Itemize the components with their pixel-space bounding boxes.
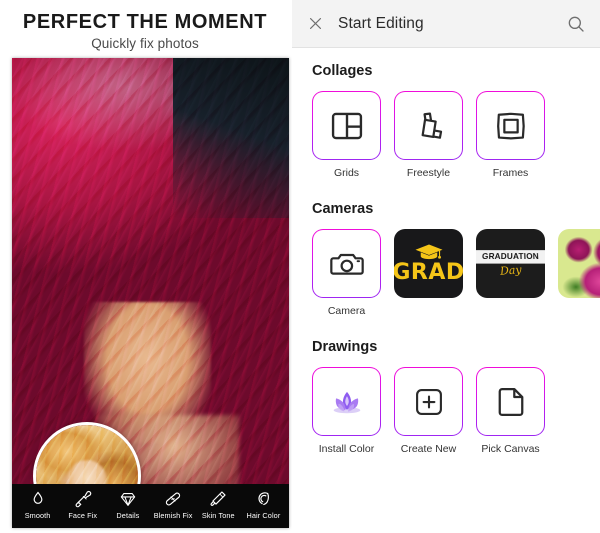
search-button[interactable]: [566, 0, 586, 47]
item-freestyle[interactable]: Freestyle: [394, 91, 463, 179]
brush-icon: [75, 490, 92, 508]
close-button[interactable]: [292, 0, 338, 47]
section-collages: Collages Grids Freestyle Frames: [292, 63, 600, 179]
plus-square-icon: [415, 388, 442, 415]
graduation-day-thumbnail[interactable]: GRADUATION Day: [476, 229, 545, 298]
stacked-cards-icon: [421, 112, 442, 139]
tool-details[interactable]: Details: [105, 489, 150, 520]
item-grad-template[interactable]: GRAD: [394, 229, 463, 317]
editing-app-panel: Start Editing Collages Grids Freestyle F…: [292, 0, 600, 533]
section-title: Cameras: [312, 201, 374, 217]
bandage-icon: [165, 492, 181, 506]
cameras-row: Camera GRAD GRADUATION Day: [312, 229, 600, 317]
freestyle-tile[interactable]: [394, 91, 463, 160]
item-create-new[interactable]: Create New: [394, 367, 463, 455]
item-label: Camera: [327, 305, 366, 317]
install-color-tile[interactable]: [312, 367, 381, 436]
section-title: Collages: [312, 63, 373, 79]
pink-flowers-thumbnail[interactable]: [558, 229, 600, 298]
item-label: Pick Canvas: [481, 443, 540, 455]
droplet-icon: [33, 491, 42, 504]
section-cameras: Cameras Camera GRAD GRADUATION Day: [292, 201, 600, 317]
graduation-banner-text: GRADUATION: [476, 250, 545, 264]
tool-face-fix[interactable]: Face Fix: [60, 489, 105, 520]
tool-hair-color[interactable]: Hair Color: [241, 489, 286, 520]
tool-label: Face Fix: [68, 511, 98, 520]
grad-cap-icon: [415, 244, 442, 260]
frames-tile[interactable]: [476, 91, 545, 160]
camera-tile[interactable]: [312, 229, 381, 298]
create-new-tile[interactable]: [394, 367, 463, 436]
app-header: Start Editing: [292, 0, 600, 48]
item-label: Frames: [492, 167, 529, 179]
tool-blemish-fix[interactable]: Blemish Fix: [151, 489, 196, 520]
tool-label: Blemish Fix: [153, 511, 193, 520]
editing-toolbar: Smooth Face Fix Details Blemish Fix Skin…: [12, 484, 289, 528]
tool-label: Skin Tone: [201, 511, 235, 520]
item-frames[interactable]: Frames: [476, 91, 545, 179]
page-icon: [498, 387, 523, 416]
page-subtitle: Quickly fix photos: [91, 36, 199, 51]
tool-label: Details: [116, 511, 140, 520]
item-grids[interactable]: Grids: [312, 91, 381, 179]
tool-label: Smooth: [24, 511, 51, 520]
pick-canvas-tile[interactable]: [476, 367, 545, 436]
promo-panel: PERFECT THE MOMENT Quickly fix photos Sm…: [0, 0, 290, 533]
item-label: Freestyle: [406, 167, 451, 179]
item-label: Grids: [333, 167, 360, 179]
item-pick-canvas[interactable]: Pick Canvas: [476, 367, 545, 455]
camera-icon: [329, 253, 364, 275]
section-drawings: Drawings Install Color Create New Pick C…: [292, 339, 600, 455]
section-title: Drawings: [312, 339, 378, 355]
collages-row: Grids Freestyle Frames: [312, 91, 600, 179]
item-flowers-template[interactable]: [558, 229, 600, 317]
item-install-color[interactable]: Install Color: [312, 367, 381, 455]
grid-layout-icon: [331, 112, 362, 139]
app-screenshot: PERFECT THE MOMENT Quickly fix photos Sm…: [0, 0, 600, 533]
hair-swirl-icon: [258, 492, 270, 506]
tool-skin-tone[interactable]: Skin Tone: [196, 489, 241, 520]
grad-thumbnail[interactable]: GRAD: [394, 229, 463, 298]
grids-tile[interactable]: [312, 91, 381, 160]
lotus-icon: [333, 391, 360, 413]
nested-square-icon: [496, 112, 525, 139]
item-camera[interactable]: Camera: [312, 229, 381, 317]
graduation-day-script-text: Day: [499, 263, 522, 278]
page-title: Start Editing: [338, 14, 424, 32]
drawings-row: Install Color Create New Pick Canvas: [312, 367, 600, 455]
item-label: Install Color: [318, 443, 375, 455]
tool-smooth[interactable]: Smooth: [15, 489, 60, 520]
page-title: PERFECT THE MOMENT: [22, 11, 268, 33]
grad-text: GRAD: [394, 260, 463, 285]
phone-preview: Smooth Face Fix Details Blemish Fix Skin…: [12, 58, 289, 528]
search-icon: [568, 16, 584, 32]
close-icon: [309, 17, 321, 30]
lipstick-icon: [210, 491, 226, 506]
tool-label: Hair Color: [246, 511, 281, 520]
item-label: Create New: [400, 443, 457, 455]
diamond-icon: [120, 493, 136, 506]
item-graduation-day-template[interactable]: GRADUATION Day: [476, 229, 545, 317]
